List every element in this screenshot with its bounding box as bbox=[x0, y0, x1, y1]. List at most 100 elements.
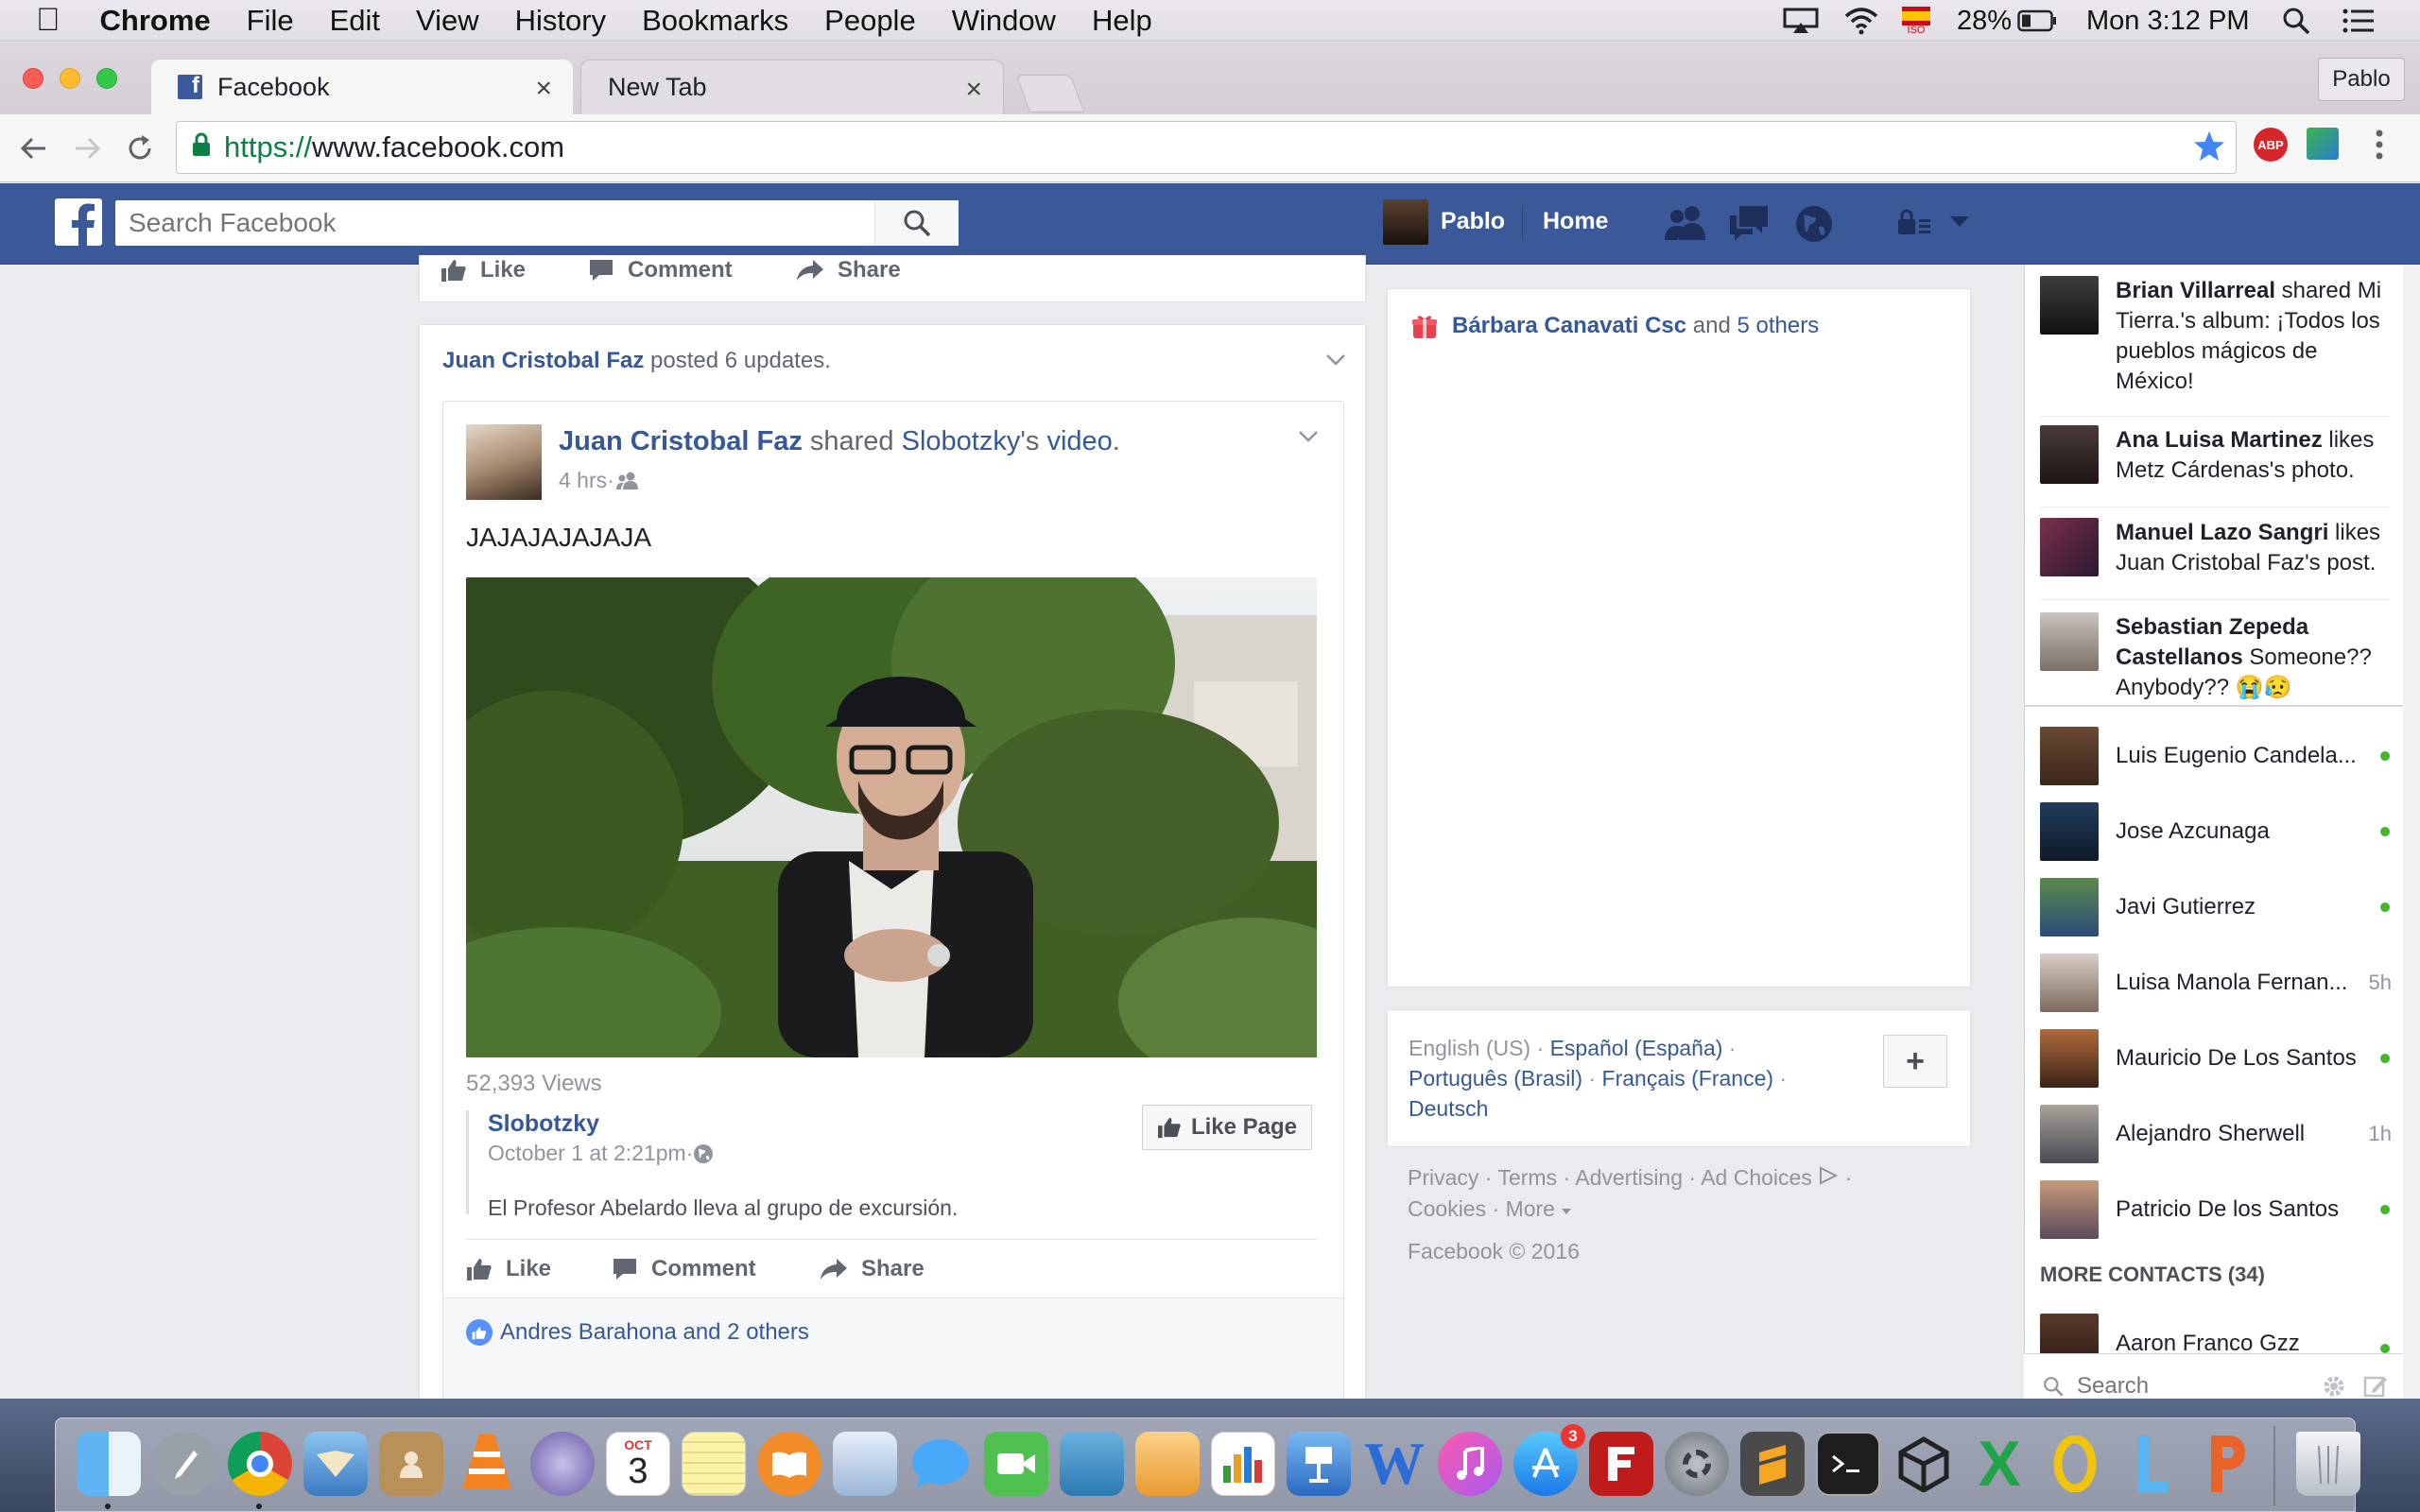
privacy-shortcuts-icon[interactable] bbox=[1896, 208, 1932, 243]
facebook-search-input[interactable] bbox=[127, 207, 877, 239]
calendar-icon[interactable]: OCT 3 bbox=[606, 1432, 670, 1496]
add-language-button[interactable]: + bbox=[1883, 1035, 1947, 1088]
finder-icon[interactable] bbox=[77, 1432, 141, 1496]
close-tab-icon[interactable]: × bbox=[965, 74, 982, 106]
chat-options-gear-icon[interactable] bbox=[2322, 1374, 2346, 1399]
account-menu-chevron-icon[interactable] bbox=[1949, 215, 1970, 233]
itunes-icon[interactable] bbox=[1438, 1432, 1502, 1496]
source-page-link[interactable]: Slobotzky bbox=[902, 426, 1021, 456]
system-preferences-icon[interactable] bbox=[1665, 1432, 1729, 1496]
ad-choices-icon[interactable] bbox=[1818, 1166, 1839, 1185]
chat-contact[interactable]: Mauricio De Los Santos bbox=[2040, 1028, 2399, 1089]
lang-francais-link[interactable]: Français (France) bbox=[1602, 1066, 1773, 1091]
input-source-flag-icon[interactable]: ISO bbox=[1902, 0, 1930, 42]
word-icon[interactable]: W bbox=[1362, 1430, 1426, 1497]
birthday-others-link[interactable]: 5 others bbox=[1737, 313, 1820, 339]
mail-icon[interactable] bbox=[303, 1432, 368, 1496]
like-button[interactable]: Like bbox=[466, 1256, 551, 1282]
search-icon[interactable] bbox=[874, 200, 959, 246]
ticker-item[interactable]: Manuel Lazo Sangri likes Juan Cristobal … bbox=[2040, 518, 2390, 578]
author-link[interactable]: Juan Cristobal Faz bbox=[559, 426, 803, 456]
footer-more-link[interactable]: More bbox=[1506, 1196, 1555, 1221]
like-button[interactable]: Like bbox=[441, 257, 526, 284]
airplay-icon[interactable] bbox=[1783, 0, 1819, 42]
reload-icon[interactable] bbox=[123, 131, 157, 170]
menu-people[interactable]: People bbox=[824, 4, 916, 38]
reaction-summary[interactable]: Andres Barahona and 2 others bbox=[466, 1319, 809, 1346]
story-options-chevron-icon[interactable] bbox=[1325, 353, 1346, 371]
ticker-item[interactable]: Brian Villarreal shared Mi Tierra.'s alb… bbox=[2040, 276, 2390, 397]
story-timestamp[interactable]: 4 hrs bbox=[559, 468, 607, 493]
window-zoom-button[interactable] bbox=[96, 68, 117, 89]
notifications-globe-icon[interactable] bbox=[1794, 204, 1834, 249]
messages-icon[interactable] bbox=[908, 1432, 973, 1496]
chat-contact[interactable]: Javi Gutierrez bbox=[2040, 877, 2399, 937]
back-arrow-icon[interactable] bbox=[17, 131, 51, 170]
powerpoint-icon[interactable] bbox=[2194, 1432, 2258, 1496]
comment-button[interactable]: Comment bbox=[588, 257, 733, 284]
home-link[interactable]: Home bbox=[1543, 208, 1608, 235]
menu-file[interactable]: File bbox=[247, 4, 294, 38]
friends-audience-icon[interactable] bbox=[614, 471, 641, 491]
footer-advertising-link[interactable]: Advertising bbox=[1575, 1165, 1683, 1190]
notes-icon[interactable] bbox=[682, 1432, 746, 1496]
clock[interactable]: Mon 3:12 PM bbox=[2086, 0, 2249, 42]
lync-icon[interactable] bbox=[2118, 1432, 2183, 1496]
comment-button[interactable]: Comment bbox=[612, 1256, 756, 1282]
friend-requests-icon[interactable] bbox=[1662, 202, 1709, 249]
close-tab-icon[interactable]: × bbox=[535, 73, 552, 105]
lang-espanol-link[interactable]: Español (España) bbox=[1550, 1036, 1723, 1060]
preview-icon[interactable] bbox=[833, 1432, 897, 1496]
pages-icon[interactable] bbox=[1135, 1432, 1200, 1496]
public-globe-icon[interactable] bbox=[693, 1143, 714, 1164]
app-store-icon[interactable]: 3 bbox=[1513, 1424, 1585, 1496]
footer-privacy-link[interactable]: Privacy bbox=[1408, 1165, 1478, 1190]
window-minimize-button[interactable] bbox=[60, 68, 80, 89]
lang-deutsch-link[interactable]: Deutsch bbox=[1409, 1096, 1488, 1121]
tab-new-tab[interactable]: New Tab × bbox=[580, 60, 1004, 114]
ticker-item[interactable]: Sebastian Zepeda Castellanos Someone?? A… bbox=[2040, 612, 2390, 703]
footer-ad-choices-link[interactable]: Ad Choices bbox=[1701, 1165, 1812, 1190]
battery-percent[interactable]: 28% bbox=[1957, 0, 2012, 42]
attachment-page-link[interactable]: Slobotzky bbox=[488, 1110, 599, 1138]
tab-facebook[interactable]: f Facebook × bbox=[151, 60, 573, 114]
elgato-icon[interactable] bbox=[530, 1432, 595, 1496]
video-player[interactable] bbox=[466, 577, 1317, 1057]
adblock-plus-icon[interactable]: ABP bbox=[2254, 128, 2288, 162]
sidebar-scrollbar[interactable] bbox=[2403, 265, 2420, 1418]
menu-window[interactable]: Window bbox=[952, 4, 1056, 38]
footer-terms-link[interactable]: Terms bbox=[1497, 1165, 1557, 1190]
birthday-person-link[interactable]: Bárbara Canavati Csc bbox=[1452, 313, 1686, 339]
bookmark-star-icon[interactable] bbox=[2192, 129, 2226, 171]
apple-menu-icon[interactable]:  bbox=[36, 2, 60, 39]
extension-icon[interactable] bbox=[2307, 128, 2339, 160]
numbers-icon[interactable] bbox=[1211, 1432, 1275, 1496]
chat-contact[interactable]: Jose Azcunaga bbox=[2040, 801, 2399, 862]
keynote-icon[interactable] bbox=[1287, 1432, 1351, 1496]
terminal-icon[interactable] bbox=[1816, 1432, 1880, 1496]
chat-contact[interactable]: Patricio De los Santos bbox=[2040, 1179, 2399, 1240]
contacts-icon[interactable] bbox=[379, 1432, 443, 1496]
chat-contact[interactable]: Luis Eugenio Candela... bbox=[2040, 726, 2399, 786]
address-bar[interactable]: https://www.facebook.com bbox=[176, 121, 2237, 174]
launchpad-icon[interactable] bbox=[152, 1432, 216, 1496]
profile-link[interactable]: Pablo bbox=[1441, 208, 1505, 235]
photo-booth-icon[interactable] bbox=[1060, 1432, 1124, 1496]
aggregate-author-link[interactable]: Juan Cristobal Faz bbox=[442, 348, 644, 373]
outlook-icon[interactable] bbox=[2043, 1432, 2107, 1496]
attachment-date[interactable]: October 1 at 2:21pm bbox=[488, 1141, 686, 1166]
footer-cookies-link[interactable]: Cookies bbox=[1408, 1196, 1486, 1221]
forward-arrow-icon[interactable] bbox=[70, 131, 104, 170]
author-avatar[interactable] bbox=[466, 424, 542, 500]
share-button[interactable]: Share bbox=[796, 257, 901, 284]
menu-view[interactable]: View bbox=[416, 4, 479, 38]
new-tab-button[interactable] bbox=[1015, 75, 1085, 112]
unity-icon[interactable] bbox=[1892, 1432, 1956, 1496]
chat-contact[interactable]: Aaron Franco Gzz bbox=[2040, 1314, 2399, 1353]
wifi-icon[interactable] bbox=[1843, 0, 1879, 42]
like-page-button[interactable]: Like Page bbox=[1142, 1105, 1312, 1150]
chat-contact[interactable]: Luisa Manola Fernan... 5h bbox=[2040, 953, 2399, 1013]
notification-center-icon[interactable] bbox=[2342, 0, 2375, 42]
menu-app-name[interactable]: Chrome bbox=[100, 4, 211, 38]
chat-contact[interactable]: Alejandro Sherwell 1h bbox=[2040, 1104, 2399, 1164]
